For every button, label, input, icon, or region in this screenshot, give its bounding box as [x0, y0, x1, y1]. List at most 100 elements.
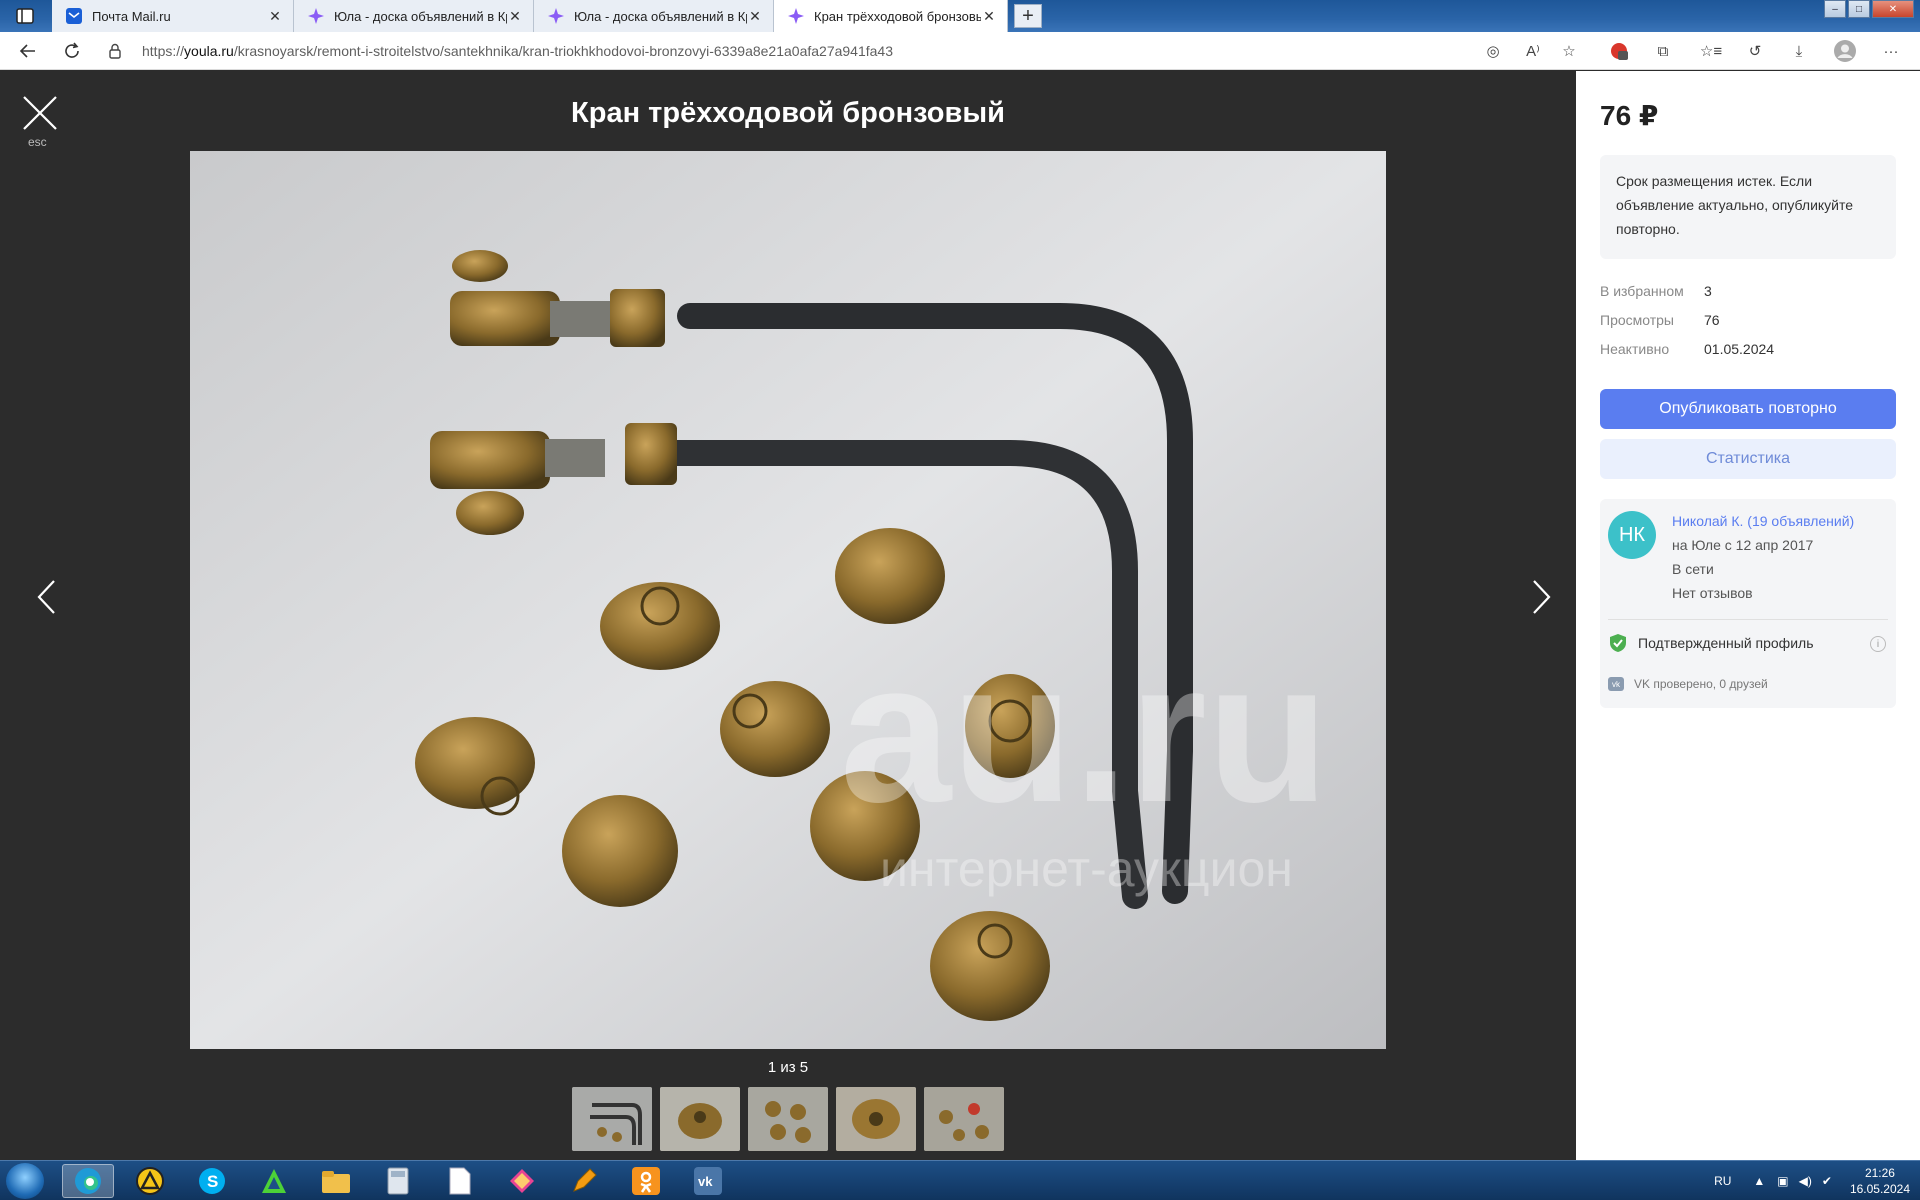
network-icon[interactable]: ▣: [1777, 1174, 1788, 1188]
info-icon[interactable]: i: [1870, 636, 1886, 652]
window-controls: – □ ✕: [1822, 0, 1914, 18]
tab-title: Юла - доска объявлений в Кр: [574, 8, 747, 24]
republish-button[interactable]: Опубликовать повторно: [1600, 389, 1896, 429]
prev-photo-button[interactable]: [36, 579, 66, 619]
maximize-button[interactable]: □: [1848, 0, 1870, 18]
read-aloud-icon[interactable]: A⁾: [1520, 38, 1546, 64]
url-host: youla.ru: [184, 43, 234, 59]
folder-icon[interactable]: [310, 1164, 362, 1198]
seller-name-link[interactable]: Николай К. (19 объявлений): [1672, 513, 1854, 529]
photo-app-icon[interactable]: [496, 1164, 548, 1198]
thumbnail[interactable]: [924, 1087, 1004, 1151]
product-photo: au.ru интернет-аукцион: [190, 151, 1386, 1049]
photo-counter: 1 из 5: [767, 1059, 809, 1076]
close-icon[interactable]: ✕: [747, 8, 763, 25]
stat-value: 76: [1704, 312, 1720, 328]
avatar[interactable]: НК: [1608, 511, 1656, 559]
more-menu-icon[interactable]: ···: [1878, 38, 1904, 64]
chevron-right-icon: [1533, 580, 1551, 614]
stat-value: 3: [1704, 283, 1712, 299]
sync-icon[interactable]: ✔: [1822, 1174, 1832, 1188]
tab-title: Кран трёхходовой бронзовый: [814, 8, 981, 24]
clock-time: 21:26: [1864, 1166, 1895, 1180]
stat-inactive: Неактивно 01.05.2024: [1600, 341, 1774, 370]
browser-tab-strip: Почта Mail.ru ✕ Юла - доска объявлений в…: [0, 0, 1920, 32]
listing-stats: В избранном 3 Просмотры 76 Неактивно 01.05.…: [1600, 283, 1774, 370]
sidebar-toggle-icon[interactable]: [8, 4, 42, 28]
tab-youla-1[interactable]: Юла - доска объявлений в Кр ✕: [294, 0, 534, 32]
seller-online-status: В сети: [1672, 561, 1714, 577]
back-button[interactable]: [14, 37, 42, 65]
tab-youla-2[interactable]: Юла - доска объявлений в Кр ✕: [534, 0, 774, 32]
favorites-icon[interactable]: ☆≡: [1698, 38, 1724, 64]
favorite-star-icon[interactable]: ☆: [1556, 38, 1582, 64]
url-path: /krasnoyarsk/remont-i-stroitelstvo/sante…: [233, 43, 893, 59]
close-icon[interactable]: ✕: [981, 8, 997, 25]
start-button[interactable]: [6, 1163, 44, 1199]
tray-expand-icon[interactable]: ▲: [1753, 1174, 1765, 1188]
watermark-subtitle: интернет-аукцион: [880, 841, 1293, 897]
verified-label: Подтвержденный профиль: [1638, 635, 1814, 651]
close-window-button[interactable]: ✕: [1872, 0, 1914, 18]
app-triangle-icon[interactable]: [124, 1164, 176, 1198]
aimp-icon[interactable]: [248, 1164, 300, 1198]
tab-title: Юла - доска объявлений в Кр: [334, 8, 507, 24]
thumbnail[interactable]: [660, 1087, 740, 1151]
svg-text:S: S: [207, 1172, 218, 1191]
watermark-logo: au.ru: [840, 621, 1329, 844]
vk-taskbar-icon[interactable]: vk: [682, 1164, 734, 1198]
clock[interactable]: 21:26 16.05.2024: [1850, 1165, 1910, 1197]
tab-mail[interactable]: Почта Mail.ru ✕: [52, 0, 294, 32]
odnoklassniki-icon[interactable]: [620, 1164, 672, 1198]
next-photo-button[interactable]: [1532, 579, 1562, 619]
clock-date: 16.05.2024: [1849, 1182, 1910, 1196]
gallery-title: Кран трёхходовой бронзовый: [571, 97, 1005, 129]
main-photo[interactable]: au.ru интернет-аукцион: [190, 151, 1386, 1049]
thumbnail-strip: [572, 1087, 1012, 1151]
skype-icon[interactable]: S: [186, 1164, 238, 1198]
language-indicator[interactable]: RU: [1714, 1174, 1731, 1188]
url-text: https://youla.ru/krasnoyarsk/remont-i-st…: [142, 43, 893, 59]
thumbnail[interactable]: [748, 1087, 828, 1151]
volume-icon[interactable]: ◀): [1799, 1174, 1812, 1188]
statistics-button[interactable]: Статистика: [1600, 439, 1896, 479]
stat-favorites: В избранном 3: [1600, 283, 1774, 312]
profile-avatar-icon[interactable]: [1832, 38, 1858, 64]
extensions-icon[interactable]: ⧉: [1650, 38, 1676, 64]
pencil-icon[interactable]: [558, 1164, 610, 1198]
location-icon[interactable]: ◎: [1480, 38, 1506, 64]
edge-taskbar-icon[interactable]: [62, 1164, 114, 1198]
back-arrow-icon: [19, 44, 35, 58]
listing-info-panel: 76 ₽ Срок размещения истек. Если объявле…: [1576, 71, 1920, 1160]
photo-gallery: esc Кран трёхходовой бронзовый au.ru инт…: [0, 71, 1576, 1160]
price: 76 ₽: [1600, 100, 1659, 131]
adblock-icon[interactable]: [1606, 38, 1632, 64]
lock-icon[interactable]: [106, 42, 124, 60]
seller-since: на Юле с 12 апр 2017: [1672, 537, 1814, 553]
seller-reviews: Нет отзывов: [1672, 585, 1753, 601]
youla-icon: [548, 8, 564, 24]
thumbnail[interactable]: [572, 1087, 652, 1151]
close-icon[interactable]: ✕: [267, 8, 283, 25]
history-icon[interactable]: ↺: [1742, 38, 1768, 64]
address-bar[interactable]: https://youla.ru/krasnoyarsk/remont-i-st…: [106, 36, 1586, 66]
download-icon[interactable]: ⤓: [1786, 38, 1812, 64]
new-tab-button[interactable]: +: [1014, 4, 1042, 28]
close-icon[interactable]: ✕: [507, 8, 523, 25]
refresh-button[interactable]: [58, 37, 86, 65]
calculator-icon[interactable]: [372, 1164, 424, 1198]
mail-icon: [66, 8, 82, 24]
thumbnail[interactable]: [836, 1087, 916, 1151]
stat-label: В избранном: [1600, 283, 1684, 299]
document-icon[interactable]: [434, 1164, 486, 1198]
tab-active[interactable]: Кран трёхходовой бронзовый ✕: [774, 0, 1008, 32]
tab-title: Почта Mail.ru: [92, 8, 171, 24]
browser-toolbar: https://youla.ru/krasnoyarsk/remont-i-st…: [0, 32, 1920, 70]
svg-text:vk: vk: [698, 1174, 713, 1189]
verified-profile: Подтвержденный профиль: [1608, 633, 1814, 653]
esc-hint: esc: [28, 135, 47, 149]
taskbar: S vk RU ▲ ▣ ◀) ✔ 21:26 16.05.2024: [0, 1160, 1920, 1200]
divider: [1608, 619, 1888, 620]
chevron-left-icon: [37, 580, 55, 614]
minimize-button[interactable]: –: [1824, 0, 1846, 18]
